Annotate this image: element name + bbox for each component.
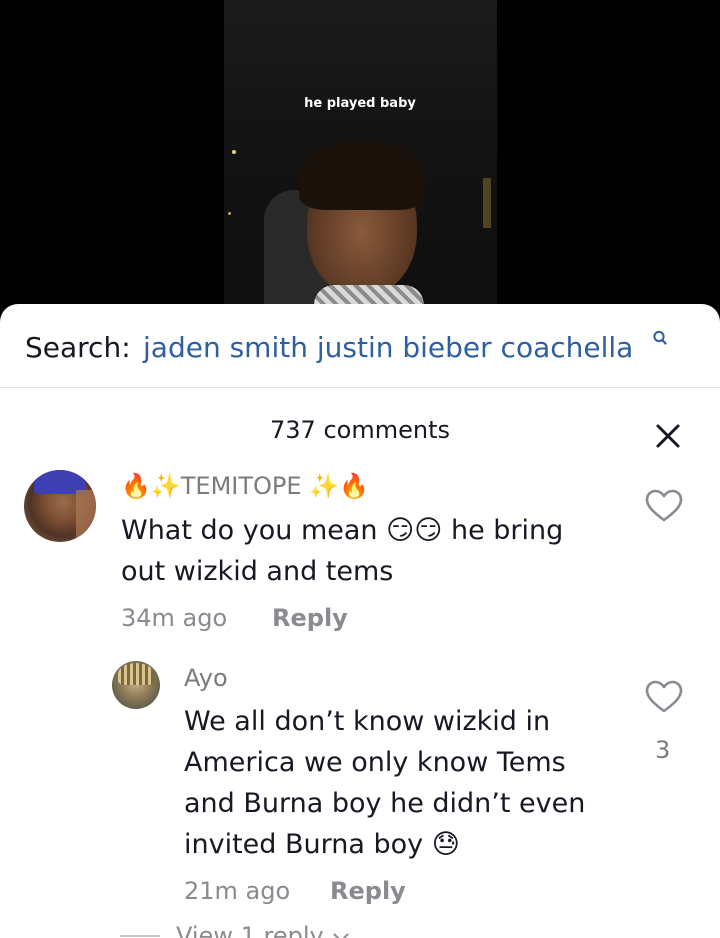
- street-light: [232, 150, 236, 154]
- avatar[interactable]: [112, 661, 160, 709]
- reply-text-line: and Burna boy he didn’t even: [184, 788, 586, 819]
- video-player[interactable]: he played baby: [0, 0, 720, 330]
- comment-text-line: out wizkid and tems: [121, 556, 394, 587]
- comment-text-line: What do you mean 😏😏 he bring: [121, 515, 564, 546]
- search-icon[interactable]: [652, 330, 668, 346]
- heart-outline-icon[interactable]: [645, 680, 683, 714]
- reply-button[interactable]: Reply: [272, 604, 348, 632]
- view-replies-label: View 1 reply: [176, 922, 324, 938]
- comments-sheet: Search: jaden smith justin bieber coache…: [0, 304, 720, 938]
- reply-text-line: America we only know Tems: [184, 747, 566, 778]
- close-icon[interactable]: [654, 422, 682, 450]
- comments-count: 737 comments: [270, 416, 450, 444]
- divider: [120, 935, 160, 937]
- search-query-link[interactable]: jaden smith justin bieber coachella: [143, 331, 633, 364]
- reply-text-line: invited Burna boy 😓: [184, 829, 460, 860]
- street-light: [228, 212, 231, 215]
- avatar[interactable]: [24, 470, 96, 542]
- avatar-hair: [118, 663, 154, 685]
- reply-text-line: We all don’t know wizkid in: [184, 706, 551, 737]
- reply-button[interactable]: Reply: [330, 877, 406, 905]
- view-replies-button[interactable]: View 1 reply: [176, 922, 351, 938]
- like-count: 3: [655, 736, 671, 764]
- video-frame: [224, 0, 497, 330]
- heart-outline-icon[interactable]: [645, 489, 683, 523]
- video-caption: he played baby: [304, 96, 416, 111]
- comment-timestamp: 34m ago: [121, 604, 228, 632]
- search-suggestion-bar[interactable]: Search: jaden smith justin bieber coache…: [0, 304, 720, 388]
- chevron-down-icon: [333, 933, 350, 938]
- reply-timestamp: 21m ago: [184, 877, 291, 905]
- search-label: Search:: [25, 331, 131, 364]
- person-hair: [299, 140, 425, 210]
- comment-username[interactable]: 🔥✨TEMITOPE ✨🔥: [121, 472, 369, 500]
- window-light: [483, 178, 491, 228]
- avatar-background: [76, 490, 96, 542]
- reply-username[interactable]: Ayo: [184, 664, 228, 692]
